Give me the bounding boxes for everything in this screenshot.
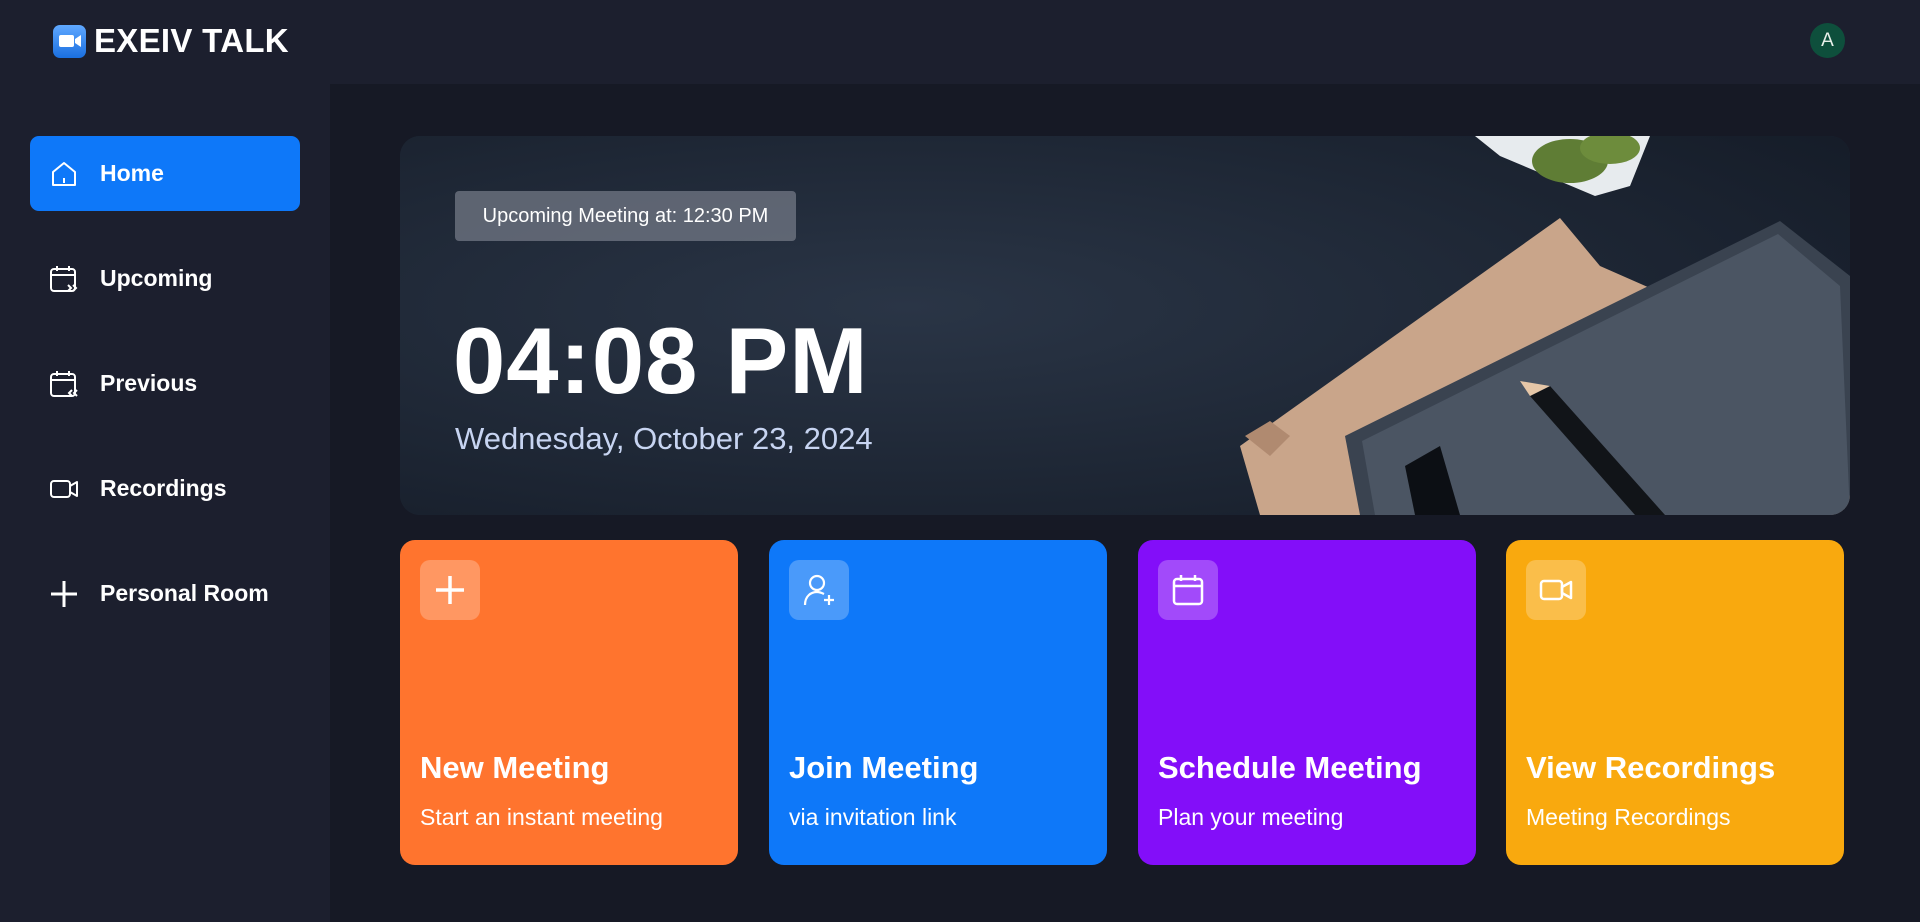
user-avatar[interactable]: A [1810,23,1845,58]
home-icon [48,158,80,190]
card-subtitle: Meeting Recordings [1526,804,1731,830]
sidebar: Home Upcoming Previous Recordings Person… [0,84,330,922]
user-add-icon [789,560,849,620]
plus-icon [420,560,480,620]
sidebar-item-label: Previous [100,370,198,396]
calendar-forward-icon [48,263,80,295]
sidebar-item-previous[interactable]: Previous [30,346,300,421]
sidebar-item-upcoming[interactable]: Upcoming [30,241,300,316]
top-bar: EXEIV TALK A [0,0,1920,84]
schedule-meeting-card[interactable]: Schedule Meeting Plan your meeting [1138,540,1476,865]
video-icon [48,473,80,505]
card-subtitle: Start an instant meeting [420,804,663,830]
calendar-back-icon [48,368,80,400]
card-title: View Recordings [1526,750,1776,785]
new-meeting-card[interactable]: New Meeting Start an instant meeting [400,540,738,865]
sidebar-item-recordings[interactable]: Recordings [30,451,300,526]
view-recordings-card[interactable]: View Recordings Meeting Recordings [1506,540,1844,865]
join-meeting-card[interactable]: Join Meeting via invitation link [769,540,1107,865]
sidebar-item-personal-room[interactable]: Personal Room [30,556,300,631]
sidebar-item-label: Home [100,160,164,186]
card-subtitle: via invitation link [789,804,957,830]
calendar-icon [1158,560,1218,620]
sidebar-item-label: Personal Room [100,580,269,606]
card-title: New Meeting [420,750,610,785]
video-icon [1526,560,1586,620]
sidebar-item-home[interactable]: Home [30,136,300,211]
hero-banner: Upcoming Meeting at: 12:30 PM 04:08 PM W… [400,136,1850,515]
current-time: 04:08 PM [453,308,869,413]
app-logo[interactable]: EXEIV TALK [53,22,289,60]
sidebar-item-label: Recordings [100,475,227,501]
card-title: Join Meeting [789,750,979,785]
sidebar-item-label: Upcoming [100,265,213,291]
current-date: Wednesday, October 23, 2024 [455,421,873,456]
app-name: EXEIV TALK [94,22,289,59]
video-camera-logo-icon [53,24,86,58]
card-subtitle: Plan your meeting [1158,804,1344,830]
plus-icon [48,578,80,610]
upcoming-meeting-badge: Upcoming Meeting at: 12:30 PM [455,191,796,241]
card-title: Schedule Meeting [1158,750,1422,785]
